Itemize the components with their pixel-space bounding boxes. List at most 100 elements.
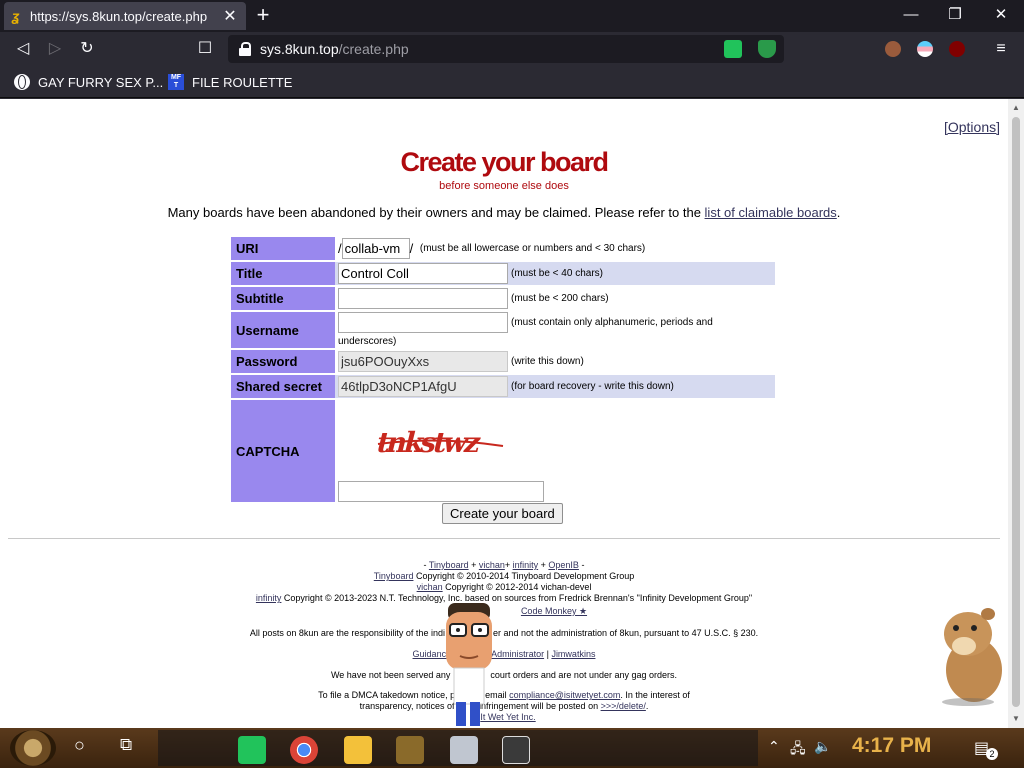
file-explorer-icon[interactable]	[344, 736, 372, 764]
delete-board-link[interactable]: >>>/delete/	[601, 701, 646, 711]
claimable-boards-link[interactable]: list of claimable boards	[705, 205, 837, 220]
footer-dmca: To file a DMCA takedown notice, p email c…	[318, 690, 690, 700]
image-app-icon[interactable]	[396, 736, 424, 764]
tab-bar: ʓ https://sys.8kun.top/create.php ✕ + — …	[0, 0, 1024, 32]
create-board-button[interactable]: Create your board	[442, 503, 563, 524]
password-row: Password (write this down)	[231, 350, 775, 373]
username-row: Username (must contain only alphanumeric…	[231, 312, 775, 348]
password-label: Password	[231, 350, 335, 373]
cartoon-character-overlay	[446, 603, 492, 726]
bookmark-label: GAY FURRY SEX P...	[38, 74, 164, 90]
scroll-thumb[interactable]	[1012, 117, 1020, 707]
subtitle-hint: (must be < 200 chars)	[511, 293, 609, 304]
vichan-copyright-link[interactable]: vichan	[417, 582, 443, 592]
footer-code-monkey: Code Monkey ★	[0, 606, 1008, 617]
task-view-icon[interactable]: ⧉	[120, 735, 132, 755]
start-button[interactable]	[10, 730, 56, 766]
create-board-form: URI // (must be all lowercase or numbers…	[231, 235, 775, 504]
url-host: sys.8kun.top	[260, 41, 339, 57]
hamster-overlay	[942, 608, 1002, 706]
uri-row: URI // (must be all lowercase or numbers…	[231, 237, 775, 260]
network-icon[interactable]: 🖧	[790, 738, 806, 762]
footer-tinyboard-copyright: Tinyboard Copyright © 2010-2014 Tinyboar…	[373, 571, 635, 581]
navigation-bar: ◁ ▷ ↻ ☐ sys.8kun.top/create.php ≡	[0, 32, 1024, 66]
footer-transparency: transparency, notices of cd infringement…	[359, 701, 649, 711]
intro-body: Many boards have been abandoned by their…	[167, 205, 705, 220]
active-tab[interactable]: ʓ https://sys.8kun.top/create.php ✕	[4, 2, 246, 30]
options-link-wrapper: [Options]	[944, 119, 1000, 135]
url-path: /create.php	[338, 41, 409, 57]
page-viewport: [Options] Create your board before someo…	[0, 99, 1024, 728]
openib-link[interactable]: OpenIB	[548, 560, 579, 570]
menu-icon[interactable]: ≡	[990, 38, 1012, 60]
restore-icon[interactable]: ❐	[940, 4, 970, 26]
shield-extension-icon[interactable]	[758, 40, 776, 58]
tinyboard-copyright-link[interactable]: Tinyboard	[374, 571, 414, 581]
chat-extension-icon[interactable]	[724, 40, 742, 58]
system-app-icon[interactable]	[450, 736, 478, 764]
flag-extension-icon[interactable]	[917, 41, 933, 57]
reload-icon[interactable]: ↻	[76, 38, 98, 60]
chrome-icon[interactable]	[290, 736, 318, 764]
password-hint: (write this down)	[511, 356, 584, 367]
code-monkey-link[interactable]: Code Monkey ★	[521, 606, 587, 616]
vichan-link[interactable]: vichan	[479, 560, 505, 570]
uri-suffix: /	[409, 241, 414, 256]
footer-company: It Wet Yet Inc.	[0, 712, 1008, 722]
bookmark-item[interactable]: MF T FILE ROULETTE	[168, 72, 292, 92]
search-circle-icon[interactable]: ○	[74, 735, 85, 756]
jimwatkins-link[interactable]: Jimwatkins	[551, 649, 595, 659]
bookmarks-bar: GAY FURRY SEX P... MF T FILE ROULETTE	[0, 66, 1024, 98]
administrator-link[interactable]: Administrator	[491, 649, 544, 659]
bookmark-star-icon[interactable]: ☐	[194, 38, 216, 60]
scroll-down-icon[interactable]: ▼	[1008, 712, 1024, 726]
username-label: Username	[231, 312, 335, 348]
taskbar: ○ ⧉ ⌃ 🖧 🔈 4:17 PM ▤ 2	[0, 728, 1024, 768]
footer-credits-line: - Tinyboard + vichan+ infinity + OpenIB …	[423, 560, 585, 570]
address-bar[interactable]: sys.8kun.top/create.php	[228, 35, 784, 63]
title-input[interactable]	[338, 263, 508, 284]
shared-secret-field[interactable]	[338, 376, 508, 397]
close-tab-icon[interactable]: ✕	[222, 6, 238, 26]
ublock-icon[interactable]	[949, 41, 965, 57]
avatar-extension-icon[interactable]	[885, 41, 901, 57]
window-close-icon[interactable]: ✕	[986, 4, 1016, 26]
infinity-link[interactable]: infinity	[513, 560, 539, 570]
forward-icon[interactable]: ▷	[44, 38, 66, 60]
chat-app-icon[interactable]	[238, 736, 266, 764]
footer-infinity-copyright: infinity Copyright © 2013-2023 N.T. Tech…	[255, 593, 753, 603]
globe-icon	[14, 74, 30, 90]
secret-row: Shared secret (for board recovery - writ…	[231, 375, 775, 398]
captcha-image[interactable]: tnkstwz	[338, 400, 538, 480]
page-title: Create your board	[400, 147, 609, 177]
title-label: Title	[231, 262, 335, 285]
subtitle-row: Subtitle (must be < 200 chars)	[231, 287, 775, 310]
infinity-copyright-link[interactable]: infinity	[256, 593, 282, 603]
username-input[interactable]	[338, 312, 508, 333]
photos-icon[interactable]	[502, 736, 530, 764]
compliance-email-link[interactable]: compliance@isitwetyet.com	[509, 690, 620, 700]
new-tab-icon[interactable]: +	[252, 4, 274, 26]
scroll-up-icon[interactable]: ▲	[1008, 101, 1024, 115]
tray-arrow-icon[interactable]: ⌃	[768, 738, 780, 755]
password-field[interactable]	[338, 351, 508, 372]
volume-icon[interactable]: 🔈	[814, 738, 831, 755]
page-subtitle: before someone else does	[439, 180, 569, 192]
file-roulette-icon: MF T	[168, 74, 184, 90]
bookmark-item[interactable]: GAY FURRY SEX P...	[14, 72, 163, 92]
uri-input[interactable]	[341, 238, 410, 259]
options-link[interactable]: [Options]	[944, 119, 1000, 135]
subtitle-input[interactable]	[338, 288, 508, 309]
subtitle-label: Subtitle	[231, 287, 335, 310]
lock-icon	[238, 42, 252, 56]
footer-gag-orders: We have not been served any court orders …	[330, 670, 678, 680]
uri-hint: (must be all lowercase or numbers and < …	[419, 243, 646, 254]
taskbar-clock[interactable]: 4:17 PM	[852, 734, 931, 758]
captcha-input[interactable]	[338, 481, 544, 502]
secret-label: Shared secret	[231, 375, 335, 398]
back-icon[interactable]: ◁	[12, 38, 34, 60]
minimize-icon[interactable]: —	[896, 4, 926, 26]
page-scrollbar[interactable]: ▲ ▼	[1008, 99, 1024, 728]
footer-vichan-copyright: vichan Copyright © 2012-2014 vichan-deve…	[416, 582, 592, 592]
tinyboard-link[interactable]: Tinyboard	[429, 560, 469, 570]
